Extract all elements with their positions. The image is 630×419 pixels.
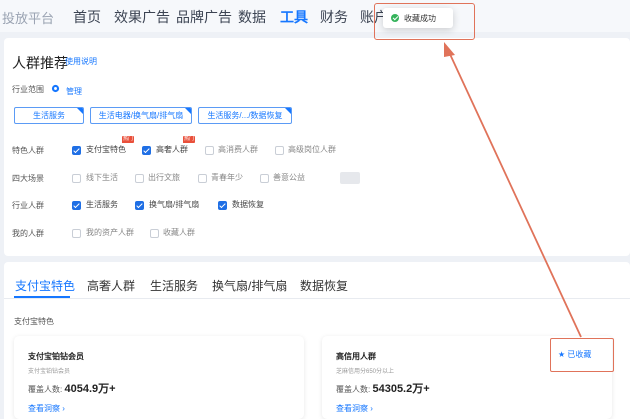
section-label: 支付宝特色 <box>14 317 54 326</box>
coverage-value: 54305.2万+ <box>372 383 430 395</box>
active-tab-indicator <box>14 296 70 298</box>
coverage: 覆盖人数: 54305.2万+ <box>336 383 430 395</box>
hot-badge: 热门 <box>183 136 195 143</box>
checkbox-data-recovery[interactable] <box>218 201 227 210</box>
panel-title: 人群推荐 <box>12 55 68 71</box>
checkbox-senior-position[interactable] <box>275 146 284 155</box>
nav-item-data[interactable]: 数据 <box>238 7 266 27</box>
audience-desc: 芝麻信用分650分以上 <box>336 369 395 375</box>
checkbox-high-consumption[interactable] <box>205 146 214 155</box>
chevron-right-icon: › <box>62 404 65 413</box>
industry-label: 行业范围 <box>12 85 44 94</box>
help-link[interactable]: 使用说明 <box>65 56 97 67</box>
view-insight-link[interactable]: 查看洞察 › <box>28 403 65 414</box>
checkbox-charity[interactable] <box>260 174 269 183</box>
chevron-right-icon: › <box>370 404 373 413</box>
platform-brand: 投放平台 <box>2 11 55 26</box>
audience-name: 支付宝铂钻会员 <box>28 352 84 361</box>
annotation-box-favorite <box>550 338 614 372</box>
tab-luxury[interactable]: 高奢人群 <box>87 277 135 294</box>
checkbox-ventilation-fan[interactable] <box>135 201 144 210</box>
checkbox-life-service[interactable] <box>72 201 81 210</box>
option-alipay-featured[interactable]: 支付宝特色 <box>86 145 126 155</box>
checkbox-favorites[interactable] <box>150 229 159 238</box>
row-label-scenes: 四大场景 <box>12 174 44 183</box>
industry-tag-appliance[interactable]: 生活电器/换气扇/排气扇 <box>90 107 192 124</box>
gear-icon[interactable] <box>51 84 60 93</box>
annotation-box-toast <box>374 3 475 40</box>
manage-link[interactable]: 管理 <box>66 86 82 97</box>
checkbox-alipay-featured[interactable] <box>72 146 81 155</box>
option-luxury[interactable]: 高奢人群 <box>156 145 188 155</box>
option-my-assets[interactable]: 我的资产人群 <box>86 228 134 238</box>
row-label-featured: 特色人群 <box>12 146 44 155</box>
nav-item-tools[interactable]: 工具 <box>280 7 308 27</box>
industry-tag-data-recovery[interactable]: 生活服务/.../数据恢复 <box>198 107 292 124</box>
view-insight-link[interactable]: 查看洞察 › <box>336 403 373 414</box>
option-youth[interactable]: 青春年少 <box>211 173 243 183</box>
audience-name: 高信用人群 <box>336 352 376 361</box>
option-travel[interactable]: 出行文旅 <box>148 173 180 183</box>
row-label-industry: 行业人群 <box>12 201 44 210</box>
audience-desc: 支付宝铂钻会员 <box>28 369 71 375</box>
checkbox-travel[interactable] <box>135 174 144 183</box>
option-ventilation-fan[interactable]: 换气扇/排气扇 <box>149 200 199 210</box>
option-favorites[interactable]: 收藏人群 <box>163 228 195 238</box>
row-label-mine: 我的人群 <box>12 229 44 238</box>
tab-life-service[interactable]: 生活服务 <box>150 277 198 294</box>
tab-divider <box>4 298 630 299</box>
option-charity[interactable]: 善意公益 <box>273 173 305 183</box>
option-data-recovery[interactable]: 数据恢复 <box>232 200 264 210</box>
tab-alipay-featured[interactable]: 支付宝特色 <box>15 277 75 294</box>
option-offline-life[interactable]: 线下生活 <box>86 173 118 183</box>
hot-badge: 热门 <box>122 136 134 143</box>
nav-item-finance[interactable]: 财务 <box>320 7 348 27</box>
nav-item-home[interactable]: 首页 <box>73 7 101 27</box>
tab-ventilation-fan[interactable]: 换气扇/排气扇 <box>212 277 287 294</box>
checkbox-luxury[interactable] <box>142 146 151 155</box>
option-life-service[interactable]: 生活服务 <box>86 200 118 210</box>
industry-tag-life-service[interactable]: 生活服务 <box>14 107 84 124</box>
top-nav: 投放平台 首页 效果广告 品牌广告 数据 工具 财务 账户 <box>0 0 630 32</box>
checkbox-youth[interactable] <box>198 174 207 183</box>
checkbox-my-assets[interactable] <box>72 229 81 238</box>
audience-card[interactable]: 支付宝铂钻会员 支付宝铂钻会员 覆盖人数: 4054.9万+ 查看洞察 › <box>14 336 304 419</box>
option-high-consumption[interactable]: 高消费人群 <box>218 145 258 155</box>
scene-more-placeholder <box>340 172 360 184</box>
tab-data-recovery[interactable]: 数据恢复 <box>300 277 348 294</box>
checkbox-offline-life[interactable] <box>72 174 81 183</box>
option-senior-position[interactable]: 高级岗位人群 <box>288 145 336 155</box>
nav-item-performance-ads[interactable]: 效果广告 <box>114 7 170 27</box>
coverage-value: 4054.9万+ <box>64 383 116 395</box>
coverage: 覆盖人数: 4054.9万+ <box>28 383 116 395</box>
nav-item-brand-ads[interactable]: 品牌广告 <box>176 7 232 27</box>
